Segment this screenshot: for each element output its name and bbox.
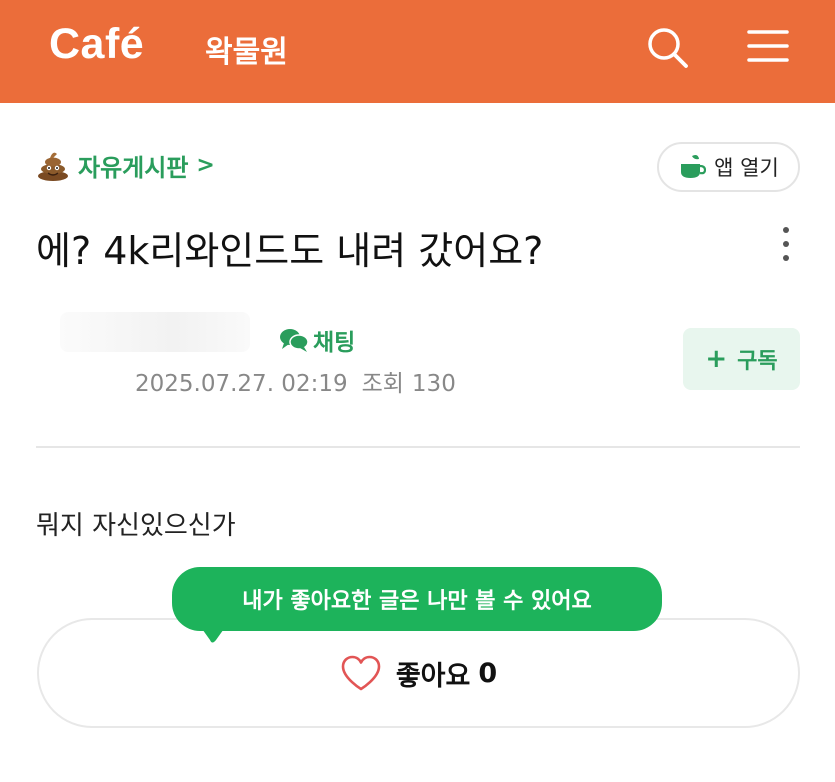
post-body: 뭐지 자신있으신가 — [36, 511, 236, 541]
cafe-name[interactable]: 왁물원 — [205, 27, 288, 71]
chat-button[interactable]: 채팅 — [279, 323, 355, 357]
post-date: 2025.07.27. 02:19 — [135, 371, 348, 397]
cafe-logo[interactable]: Café — [49, 20, 144, 69]
cup-icon — [681, 155, 707, 178]
tooltip-tail — [200, 626, 226, 643]
chat-label: 채팅 — [313, 330, 356, 356]
like-button[interactable]: 좋아요 0 — [39, 620, 798, 726]
tooltip-text: 내가 좋아요한 글은 나만 볼 수 있어요 — [242, 589, 592, 614]
open-app-label: 앱 열기 — [714, 156, 779, 180]
board-name: 자유게시판 — [78, 153, 189, 182]
chevron-right-icon: > — [196, 152, 215, 178]
subscribe-label: 구독 — [737, 349, 778, 374]
search-icon[interactable] — [644, 24, 690, 70]
chat-icon — [280, 329, 309, 352]
poop-icon — [38, 152, 68, 181]
views-count: 130 — [411, 371, 456, 397]
views-label: 조회 — [361, 371, 404, 397]
post-meta: 2025.07.27. 02:19 조회 130 — [135, 364, 456, 398]
like-tooltip: 내가 좋아요한 글은 나만 볼 수 있어요 — [172, 567, 662, 631]
like-label: 좋아요 — [395, 660, 471, 692]
top-app-bar: Café 왁물원 — [0, 0, 835, 103]
menu-icon[interactable] — [745, 26, 791, 66]
heart-icon — [341, 655, 381, 691]
subscribe-button[interactable]: + 구독 — [683, 328, 800, 390]
like-box: 좋아요 0 — [37, 618, 800, 728]
open-app-button[interactable]: 앱 열기 — [657, 142, 800, 192]
author-info-blurred[interactable] — [60, 312, 250, 352]
post-title: 에? 4k리와인드도 내려 갔어요? — [36, 229, 544, 273]
like-count: 0 — [478, 657, 498, 689]
more-options-icon[interactable] — [776, 224, 796, 264]
divider — [36, 446, 800, 448]
plus-icon: + — [705, 344, 728, 374]
board-link[interactable]: 자유게시판 > — [36, 147, 215, 183]
